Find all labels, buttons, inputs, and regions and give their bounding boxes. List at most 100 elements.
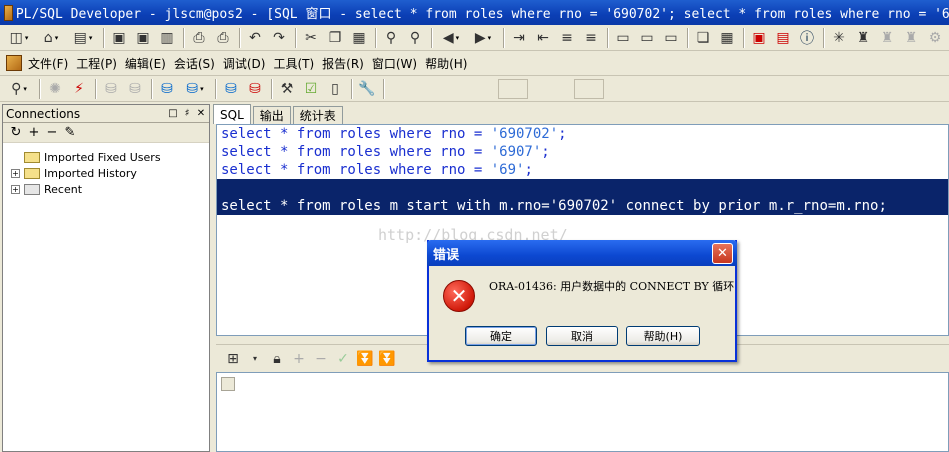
- tile-icon[interactable]: ▭: [636, 28, 658, 48]
- cut-icon[interactable]: ✂: [300, 28, 322, 48]
- dialog-close-button[interactable]: ✕: [712, 242, 733, 264]
- unindent-icon[interactable]: ⇤: [532, 28, 554, 48]
- tab-sql[interactable]: SQL: [213, 104, 251, 124]
- expand-icon[interactable]: +: [11, 184, 20, 194]
- tools-icon[interactable]: ⚒: [276, 79, 298, 99]
- post-record-icon: ✓: [337, 350, 349, 367]
- window-title-bar[interactable]: PL/SQL Developer - jlscm@pos2 - [SQL 窗口 …: [0, 0, 949, 25]
- menu-window[interactable]: 窗口(W): [372, 55, 417, 72]
- toolbar-separator: [239, 27, 241, 48]
- tree-item-imported-history[interactable]: + Imported History: [3, 165, 209, 181]
- indent-icon[interactable]: ⇥: [508, 28, 530, 48]
- menu-project[interactable]: 工程(P): [76, 55, 117, 72]
- fetch-last-icon[interactable]: ⏬: [376, 351, 398, 367]
- connections-header: Connections □ ♯ ✕: [3, 105, 209, 123]
- menu-file[interactable]: 文件(F): [28, 55, 68, 72]
- menu-reports[interactable]: 报告(R): [322, 55, 364, 72]
- toolbar-separator: [375, 27, 377, 48]
- menu-session[interactable]: 会话(S): [174, 55, 215, 72]
- save-icon[interactable]: ▣: [108, 28, 130, 48]
- save-all-icon[interactable]: ▥: [156, 28, 178, 48]
- explain-icon[interactable]: ⛁: [244, 79, 266, 99]
- info-icon[interactable]: ⓘ: [796, 28, 818, 48]
- fetch-next-icon[interactable]: ⏬: [354, 351, 376, 367]
- cancel-button[interactable]: 取消: [546, 326, 618, 346]
- dropdown-arrow-icon[interactable]: ▾: [244, 354, 266, 363]
- document-icon[interactable]: [6, 55, 22, 71]
- dialog-title-bar[interactable]: 错误 ✕: [427, 240, 737, 266]
- editor-tabs: SQL 输出 统计表: [213, 104, 345, 124]
- debug-disabled-icon: ✺: [49, 80, 61, 97]
- menu-edit[interactable]: 编辑(E): [125, 55, 166, 72]
- replace-icon[interactable]: ⚲: [404, 28, 426, 48]
- print-preview-icon[interactable]: ▤ ▾: [68, 28, 98, 48]
- uncomment-icon[interactable]: ≡: [580, 28, 602, 48]
- stop-icon[interactable]: ▣: [748, 28, 770, 48]
- toolbar-separator: [39, 78, 41, 99]
- connections-toolbar: ↻ + − ✎: [3, 123, 209, 143]
- forward-icon[interactable]: ▶ ▾: [468, 28, 498, 48]
- pin-icon[interactable]: ♯: [181, 108, 193, 119]
- tab-output[interactable]: 输出: [252, 106, 291, 124]
- wrench-icon[interactable]: 🔧: [356, 79, 378, 99]
- print-icon[interactable]: ⎙: [188, 28, 210, 48]
- expand-icon[interactable]: +: [11, 168, 20, 178]
- compile-icon[interactable]: ✳: [828, 28, 850, 48]
- tree-item-label: Imported History: [44, 166, 137, 180]
- folder-icon: [24, 167, 40, 179]
- breakpoint-icon[interactable]: ⚡: [68, 79, 90, 99]
- menu-help[interactable]: 帮助(H): [425, 55, 467, 72]
- object-icon[interactable]: ♜: [852, 28, 874, 48]
- database-icon[interactable]: ⛁: [156, 79, 178, 99]
- windows-icon[interactable]: ❏: [692, 28, 714, 48]
- copy-icon[interactable]: ❐: [324, 28, 346, 48]
- paste-icon[interactable]: ▦: [348, 28, 370, 48]
- ok-button[interactable]: 确定: [465, 326, 537, 346]
- window-list-icon[interactable]: ▭: [612, 28, 634, 48]
- redo-icon[interactable]: ↷: [268, 28, 290, 48]
- commit-disabled-icon: ⛁: [105, 80, 117, 97]
- cascade-icon[interactable]: ▭: [660, 28, 682, 48]
- checklist-icon[interactable]: ☑: [300, 79, 322, 99]
- save-as-icon[interactable]: ▣: [132, 28, 154, 48]
- add-icon[interactable]: +: [25, 125, 43, 140]
- print-setup-icon[interactable]: ⎙: [212, 28, 234, 48]
- tree-item-imported-fixed-users[interactable]: Imported Fixed Users: [3, 149, 209, 165]
- menu-bar: 文件(F) 工程(P) 编辑(E) 会话(S) 调试(D) 工具(T) 报告(R…: [0, 51, 949, 76]
- close-icon[interactable]: ✕: [195, 108, 207, 119]
- tree-item-recent[interactable]: + Recent: [3, 181, 209, 197]
- lock-icon[interactable]: 🔒︎: [266, 351, 288, 367]
- undo-icon[interactable]: ↶: [244, 28, 266, 48]
- toolbar-separator: [687, 27, 689, 48]
- toolbar-separator: [271, 78, 273, 99]
- results-grid[interactable]: [216, 372, 949, 452]
- find-icon[interactable]: ⚲: [380, 28, 402, 48]
- disabled-tool-icon: ♜: [904, 29, 918, 46]
- report-icon[interactable]: ▤: [772, 28, 794, 48]
- comment-icon[interactable]: ≡: [556, 28, 578, 48]
- toolbar-separator: [823, 27, 825, 48]
- connections-tree: Imported Fixed Users + Imported History …: [3, 143, 209, 197]
- execute-icon[interactable]: ⛁: [220, 79, 242, 99]
- toolbar-separator: [607, 27, 609, 48]
- menu-tools[interactable]: 工具(T): [273, 55, 314, 72]
- grid-icon[interactable]: ▦: [716, 28, 738, 48]
- grid-select-icon[interactable]: ⊞: [222, 351, 244, 367]
- open-icon[interactable]: ⌂ ▾: [36, 28, 66, 48]
- back-icon[interactable]: ◀ ▾: [436, 28, 466, 48]
- new-icon[interactable]: ◫ ▾: [4, 28, 34, 48]
- help-button[interactable]: 帮助(H): [626, 326, 700, 346]
- refresh-icon[interactable]: ↻: [7, 125, 25, 140]
- connections-panel: Connections □ ♯ ✕ ↻ + − ✎ Imported Fixed…: [2, 104, 210, 452]
- code-line: select * from roles where rno = '69';: [221, 162, 533, 178]
- menu-debug[interactable]: 调试(D): [223, 55, 266, 72]
- float-icon[interactable]: □: [167, 108, 179, 119]
- search-icon[interactable]: ⚲ ▾: [4, 79, 34, 99]
- edit-icon[interactable]: ✎: [61, 125, 79, 140]
- remove-icon[interactable]: −: [43, 125, 61, 140]
- grid-corner-cell[interactable]: [221, 377, 235, 391]
- document-preview-icon[interactable]: ▯: [324, 79, 346, 99]
- tab-statistics[interactable]: 统计表: [292, 106, 343, 124]
- code-line: select * from roles where rno = '6907';: [221, 144, 550, 160]
- sql-icon[interactable]: ⛁ ▾: [180, 79, 210, 99]
